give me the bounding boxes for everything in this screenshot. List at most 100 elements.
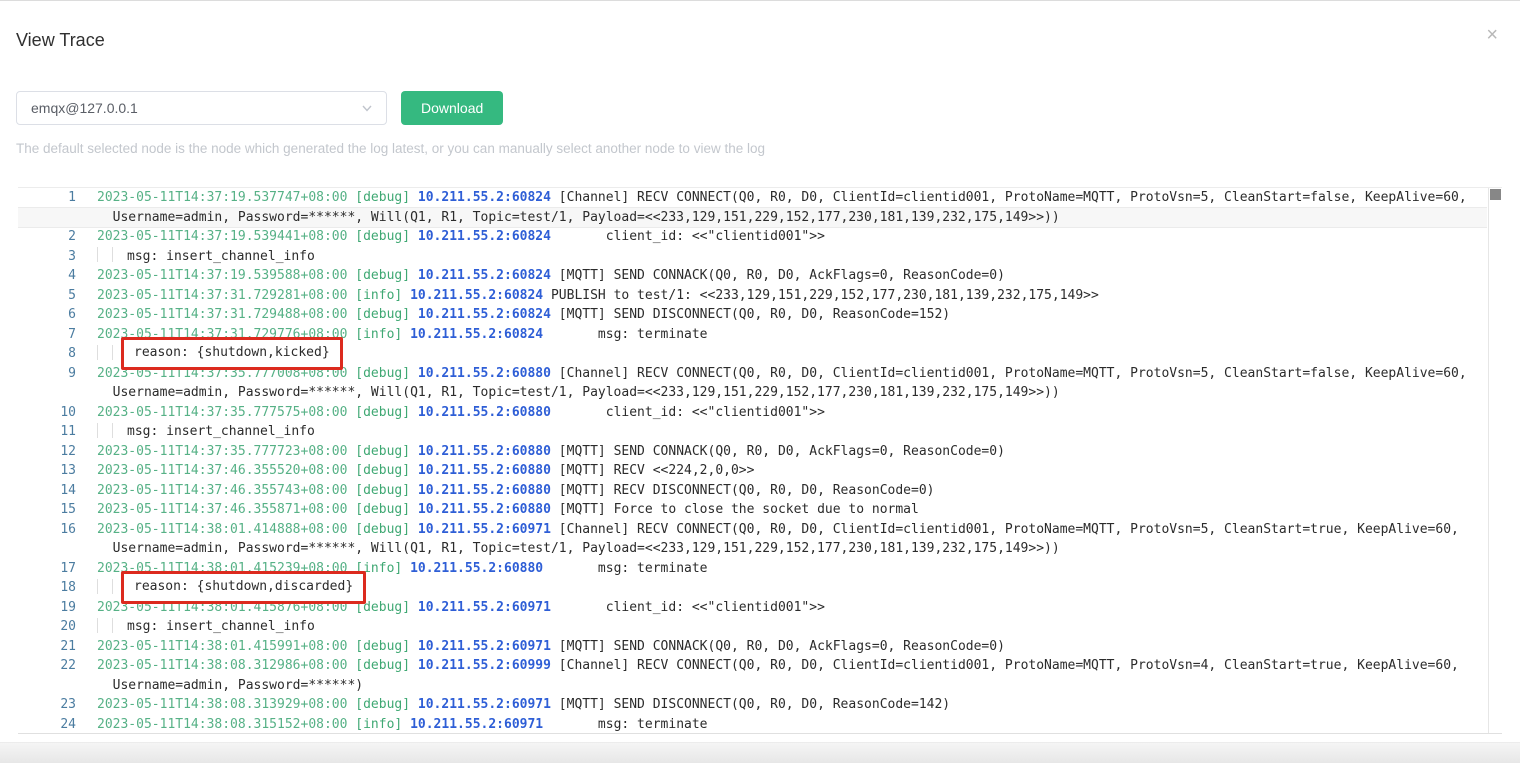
timestamp: 2023-05-11T14:37:19.539588+08:00: [97, 268, 348, 283]
ip-address: 10.211.55.2:60971: [417, 697, 551, 712]
ip-address: 10.211.55.2:60824: [417, 190, 551, 205]
ip-address: 10.211.55.2:60880: [417, 404, 551, 420]
scrollbar-thumb[interactable]: [1490, 189, 1501, 200]
log-level: [debug]: [355, 307, 411, 322]
log-row: 21 2023-05-11T14:38:01.415991+08:00 [debu…: [18, 637, 1487, 657]
line-number: 18: [60, 580, 76, 595]
log-line: 2023-05-11T14:37:35.777723+08:00 [debug]…: [97, 442, 1487, 462]
log-row: 24 2023-05-11T14:38:08.315152+08:00 [info…: [18, 715, 1487, 734]
ip-address: 10.211.55.2:60971: [410, 716, 544, 732]
log-level: [debug]: [355, 482, 411, 498]
node-select-hint: The default selected node is the node wh…: [16, 141, 765, 156]
ip-address: 10.211.55.2:60880: [410, 560, 544, 576]
log-message-wrap: Username=admin, Password=******, Will(Q1…: [97, 209, 1060, 225]
log-line: 2023-05-11T14:37:46.355743+08:00 [debug]…: [97, 481, 1487, 501]
download-button[interactable]: Download: [401, 91, 504, 125]
log-row: 23 2023-05-11T14:38:08.313929+08:00 [debu…: [18, 695, 1487, 715]
log-message: msg: insert_channel_info: [127, 619, 315, 634]
log-row: 15 2023-05-11T14:37:46.355871+08:00 [debu…: [18, 500, 1487, 520]
log-line: 2023-05-11T14:38:01.414888+08:00 [debug]…: [97, 520, 1487, 540]
close-icon[interactable]: ×: [1486, 25, 1498, 45]
timestamp: 2023-05-11T14:38:01.415991+08:00: [97, 638, 348, 654]
ip-address: 10.211.55.2:60824: [410, 287, 544, 303]
log-message: msg: terminate: [543, 560, 708, 576]
log-row: 20 msg: insert_channel_info: [18, 617, 1487, 637]
indent-guide: [97, 247, 127, 267]
log-row: 6 2023-05-11T14:37:31.729488+08:00 [debug…: [18, 305, 1487, 325]
timestamp: 2023-05-11T14:37:46.355743+08:00: [97, 482, 348, 498]
timestamp: 2023-05-11T14:37:46.355871+08:00: [97, 502, 348, 517]
log-level: [info]: [355, 326, 403, 342]
ip-address: 10.211.55.2:60880: [417, 463, 551, 478]
log-line: 2023-05-11T14:37:19.539588+08:00 [debug]…: [97, 266, 1487, 286]
log-message: [MQTT] SEND CONNACK(Q0, R0, D0, AckFlags…: [550, 268, 1005, 283]
log-line: 2023-05-11T14:37:19.537747+08:00 [debug]…: [97, 188, 1487, 208]
log-row: 2 2023-05-11T14:37:19.539441+08:00 [debug…: [18, 227, 1487, 247]
log-message: client_id: <<"clientid001">>: [550, 404, 825, 420]
chevron-down-icon: [360, 101, 374, 115]
node-select[interactable]: emqx@127.0.0.1: [16, 91, 387, 125]
view-trace-modal: { "modal": { "title": "View Trace", "clo…: [0, 0, 1520, 763]
log-message: msg: insert_channel_info: [127, 248, 315, 264]
ip-address: 10.211.55.2:60880: [417, 365, 551, 381]
ip-address: 10.211.55.2:60824: [410, 326, 544, 342]
timestamp: 2023-05-11T14:38:01.414888+08:00: [97, 521, 348, 537]
line-number: 5: [68, 287, 76, 303]
vertical-scrollbar[interactable]: [1488, 188, 1502, 733]
line-number: 14: [60, 482, 76, 498]
line-number: 17: [60, 560, 76, 576]
line-number: 6: [68, 307, 76, 322]
line-number: 10: [60, 404, 76, 420]
log-line: msg: insert_channel_info: [97, 422, 1487, 442]
ip-address: 10.211.55.2:60880: [417, 502, 551, 517]
log-message: msg: terminate: [543, 326, 708, 342]
log-line: msg: insert_channel_info: [97, 247, 1487, 267]
log-rows: 1 2023-05-11T14:37:19.537747+08:00 [debug…: [18, 188, 1487, 734]
node-select-value: emqx@127.0.0.1: [31, 100, 138, 116]
log-message: msg: insert_channel_info: [127, 424, 315, 439]
line-number: 4: [68, 268, 76, 283]
line-number: 8: [68, 346, 76, 361]
log-message: PUBLISH to test/1: <<233,129,151,229,152…: [543, 287, 1099, 303]
highlight-box: reason: {shutdown,kicked}: [121, 337, 343, 370]
toolbar: emqx@127.0.0.1 Download: [16, 91, 1504, 125]
ip-address: 10.211.55.2:60971: [417, 638, 551, 654]
log-message: [Channel] RECV CONNECT(Q0, R0, D0, Clien…: [550, 365, 1467, 381]
log-level: [debug]: [355, 190, 411, 205]
log-message: [MQTT] RECV DISCONNECT(Q0, R0, D0, Reaso…: [550, 482, 935, 498]
log-message-wrap: Username=admin, Password=******, Will(Q1…: [97, 541, 1060, 556]
log-message-wrap: Username=admin, Password=******, Will(Q1…: [97, 385, 1060, 400]
log-level: [debug]: [355, 638, 411, 654]
timestamp: 2023-05-11T14:38:08.315152+08:00: [97, 716, 348, 732]
line-number: 1: [68, 190, 76, 205]
log-row: 18 reason: {shutdown,discarded}: [18, 571, 1487, 604]
log-viewer[interactable]: 1 2023-05-11T14:37:19.537747+08:00 [debug…: [18, 187, 1502, 734]
log-row: 3 msg: insert_channel_info: [18, 247, 1487, 267]
log-line: 2023-05-11T14:38:08.315152+08:00 [info] …: [97, 715, 1487, 734]
timestamp: 2023-05-11T14:38:08.312986+08:00: [97, 658, 348, 673]
log-message: client_id: <<"clientid001">>: [550, 229, 825, 244]
log-level: [debug]: [355, 521, 411, 537]
ip-address: 10.211.55.2:60824: [417, 229, 551, 244]
timestamp: 2023-05-11T14:37:35.777723+08:00: [97, 443, 348, 459]
log-row: Username=admin, Password=******, Will(Q1…: [18, 207, 1487, 227]
log-line: 2023-05-11T14:38:08.313929+08:00 [debug]…: [97, 695, 1487, 715]
log-level: [info]: [355, 716, 403, 732]
log-row: Username=admin, Password=******, Will(Q1…: [18, 539, 1487, 559]
log-message: [MQTT] SEND CONNACK(Q0, R0, D0, AckFlags…: [550, 443, 1005, 459]
log-message: [MQTT] SEND DISCONNECT(Q0, R0, D0, Reaso…: [550, 697, 951, 712]
log-level: [debug]: [355, 443, 411, 459]
